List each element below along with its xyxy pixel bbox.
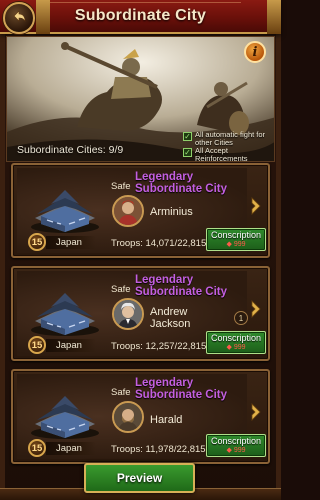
conscription-button[interactable]: Conscription ◆ 999 [206, 228, 266, 251]
conscription-label: Conscription [210, 436, 262, 446]
city-level-badge: 15 [28, 439, 46, 457]
conscription-cost: ◆ 999 [226, 344, 246, 351]
subordinate-city-card[interactable]: Safe Legendary Subordinate City Harald 1… [11, 369, 270, 464]
leader-avatar[interactable] [112, 401, 144, 433]
city-rarity-title: Legendary Subordinate City [135, 377, 228, 401]
leader-portrait-icon [114, 403, 142, 431]
leader-name: Arminius [150, 206, 193, 218]
checkbox-checked-icon[interactable]: ✓ [183, 132, 192, 141]
safe-status: Safe [111, 181, 131, 192]
conscription-cost: ◆ 999 [226, 241, 246, 248]
leader-portrait-icon [114, 197, 142, 225]
conscription-label: Conscription [210, 230, 262, 240]
subordinate-city-card[interactable]: Safe Legendary Subordinate City Andrew J… [11, 266, 270, 361]
city-level-badge: 15 [28, 336, 46, 354]
city-building-icon [31, 293, 99, 336]
conscription-button[interactable]: Conscription ◆ 999 [206, 331, 266, 354]
back-button[interactable] [3, 2, 35, 34]
option-accept-reinforcements[interactable]: ✓ All Accept Reinforcements [183, 146, 274, 162]
info-button[interactable]: i [244, 41, 266, 63]
country-label: Japan [46, 236, 96, 249]
city-building-icon [31, 396, 99, 439]
conscription-label: Conscription [210, 333, 262, 343]
conscription-button[interactable]: Conscription ◆ 999 [206, 434, 266, 457]
city-rarity-title: Legendary Subordinate City [135, 171, 228, 195]
back-arrow-icon [13, 10, 26, 22]
leader-portrait-icon [114, 300, 142, 328]
safe-status: Safe [111, 284, 131, 295]
country-label: Japan [46, 339, 96, 352]
notification-badge: 1 [234, 311, 248, 325]
auto-options: ✓ All automatic fight for other Cities ✓… [183, 130, 274, 162]
leader-avatar[interactable] [112, 195, 144, 227]
subordinate-count: Subordinate Cities: 9/9 [17, 144, 124, 156]
chevron-right-icon[interactable] [250, 299, 262, 319]
checkbox-checked-icon[interactable]: ✓ [183, 148, 192, 157]
city-level-badge: 15 [28, 233, 46, 251]
troop-count: Troops: 11,978/22,815 [111, 444, 206, 455]
safe-status: Safe [111, 387, 131, 398]
troop-count: Troops: 14,071/22,815 [111, 238, 207, 249]
option-auto-fight[interactable]: ✓ All automatic fight for other Cities [183, 130, 274, 147]
troop-count: Troops: 12,257/22,815 [111, 341, 207, 352]
option-label: All Accept Reinforcements [195, 146, 248, 162]
title-bar: Subordinate City [0, 0, 281, 34]
page-title: Subordinate City [74, 7, 207, 24]
chevron-right-icon[interactable] [250, 196, 262, 216]
chevron-right-icon[interactable] [250, 402, 262, 422]
city-rarity-title: Legendary Subordinate City [135, 274, 228, 298]
subordinate-city-card[interactable]: Safe Legendary Subordinate City Arminius… [11, 163, 270, 258]
leader-avatar[interactable] [112, 298, 144, 330]
country-label: Japan [46, 442, 96, 455]
battle-banner: i Subordinate Cities: 9/9 ✓ All automati… [6, 36, 275, 162]
option-label: All automatic fight for other Cities [195, 130, 266, 147]
city-building-icon [31, 190, 99, 233]
conscription-cost: ◆ 999 [226, 447, 246, 454]
preview-button[interactable]: Preview [84, 463, 195, 493]
leader-name: Andrew Jackson [150, 306, 191, 330]
leader-name: Harald [150, 414, 183, 426]
